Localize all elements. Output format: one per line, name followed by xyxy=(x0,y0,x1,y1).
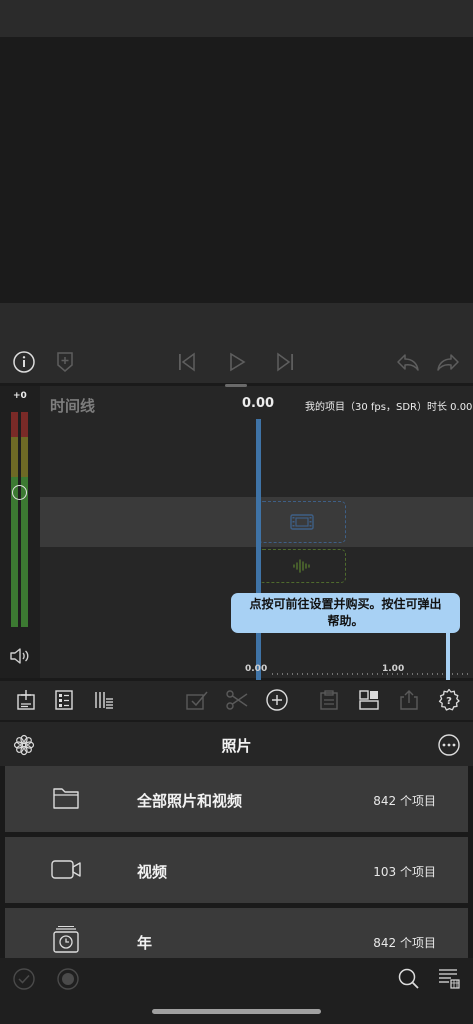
audio-meter-panel xyxy=(0,386,40,678)
list-item-count: 103 个项目 xyxy=(373,865,436,879)
list-item-name: 视频 xyxy=(137,863,168,881)
tooltip-pointer xyxy=(446,633,450,685)
meter-right-peak xyxy=(21,412,28,437)
list-item-name: 年 xyxy=(137,934,153,952)
waveform-icon xyxy=(293,559,310,573)
svg-text:?: ? xyxy=(446,696,452,707)
timeline-view-icon[interactable] xyxy=(92,688,116,712)
project-info[interactable]: 我的项目（30 fps，SDR）时长 0.00 xyxy=(305,398,472,413)
film-icon xyxy=(290,514,314,530)
skip-to-start-icon[interactable] xyxy=(176,350,198,374)
browser-title: 照片 xyxy=(221,737,252,755)
add-marker-icon[interactable] xyxy=(54,350,76,374)
video-preview[interactable] xyxy=(0,37,473,303)
calendar-clock-icon xyxy=(49,925,83,959)
info-icon[interactable] xyxy=(12,350,36,374)
select-icon[interactable] xyxy=(184,688,210,712)
settings-help-icon[interactable]: ? xyxy=(436,688,462,712)
timeline-ruler xyxy=(270,673,470,675)
scissors-icon[interactable] xyxy=(224,688,250,712)
share-icon[interactable] xyxy=(396,688,422,712)
undo-icon[interactable] xyxy=(394,350,422,374)
list-item[interactable]: 全部照片和视频 842 个项目 xyxy=(5,766,468,832)
audio-clip-placeholder[interactable] xyxy=(258,549,346,583)
meter-right-mid xyxy=(21,437,28,477)
top-bar xyxy=(0,0,473,37)
play-icon[interactable] xyxy=(226,350,248,374)
add-media-icon[interactable] xyxy=(14,688,38,712)
list-item-count: 842 个项目 xyxy=(373,936,436,950)
skip-to-end-icon[interactable] xyxy=(274,350,296,374)
checkmark-icon[interactable] xyxy=(12,967,36,991)
layout-icon[interactable] xyxy=(356,688,382,712)
resize-handle[interactable] xyxy=(225,384,247,387)
settings-tooltip[interactable]: 点按可前往设置并购买。按住可弹出 帮助。 xyxy=(231,593,460,633)
home-indicator[interactable] xyxy=(152,1009,321,1014)
timeline-label: 时间线 xyxy=(50,397,96,415)
more-options-icon[interactable] xyxy=(436,733,462,757)
speaker-icon[interactable] xyxy=(8,645,32,667)
volume-knob[interactable] xyxy=(12,485,27,500)
list-item-name: 全部照片和视频 xyxy=(137,792,243,810)
list-item[interactable]: 视频 103 个项目 xyxy=(5,837,468,903)
video-camera-icon xyxy=(49,854,83,888)
search-icon[interactable] xyxy=(396,967,422,991)
redo-icon[interactable] xyxy=(434,350,462,374)
folder-icon xyxy=(49,783,83,817)
clipboard-icon[interactable] xyxy=(316,688,342,712)
filter-options-icon[interactable] xyxy=(436,967,462,991)
list-view-icon[interactable] xyxy=(52,688,76,712)
meter-left-peak xyxy=(11,412,18,437)
gain-label: +0 xyxy=(13,391,27,401)
record-icon[interactable] xyxy=(56,967,80,991)
playhead[interactable] xyxy=(256,419,261,681)
meter-left-mid xyxy=(11,437,18,477)
list-item-count: 842 个项目 xyxy=(373,794,436,808)
timeline-current-time: 0.00 xyxy=(242,396,275,411)
tooltip-text-line2: 帮助。 xyxy=(327,614,364,628)
ruler-start-label: 0.00 xyxy=(245,664,268,674)
tooltip-text-line1: 点按可前往设置并购买。按住可弹出 xyxy=(249,597,442,611)
video-clip-placeholder[interactable] xyxy=(258,501,346,543)
ruler-mark-label: 1.00 xyxy=(382,664,405,674)
add-icon[interactable] xyxy=(264,688,290,712)
